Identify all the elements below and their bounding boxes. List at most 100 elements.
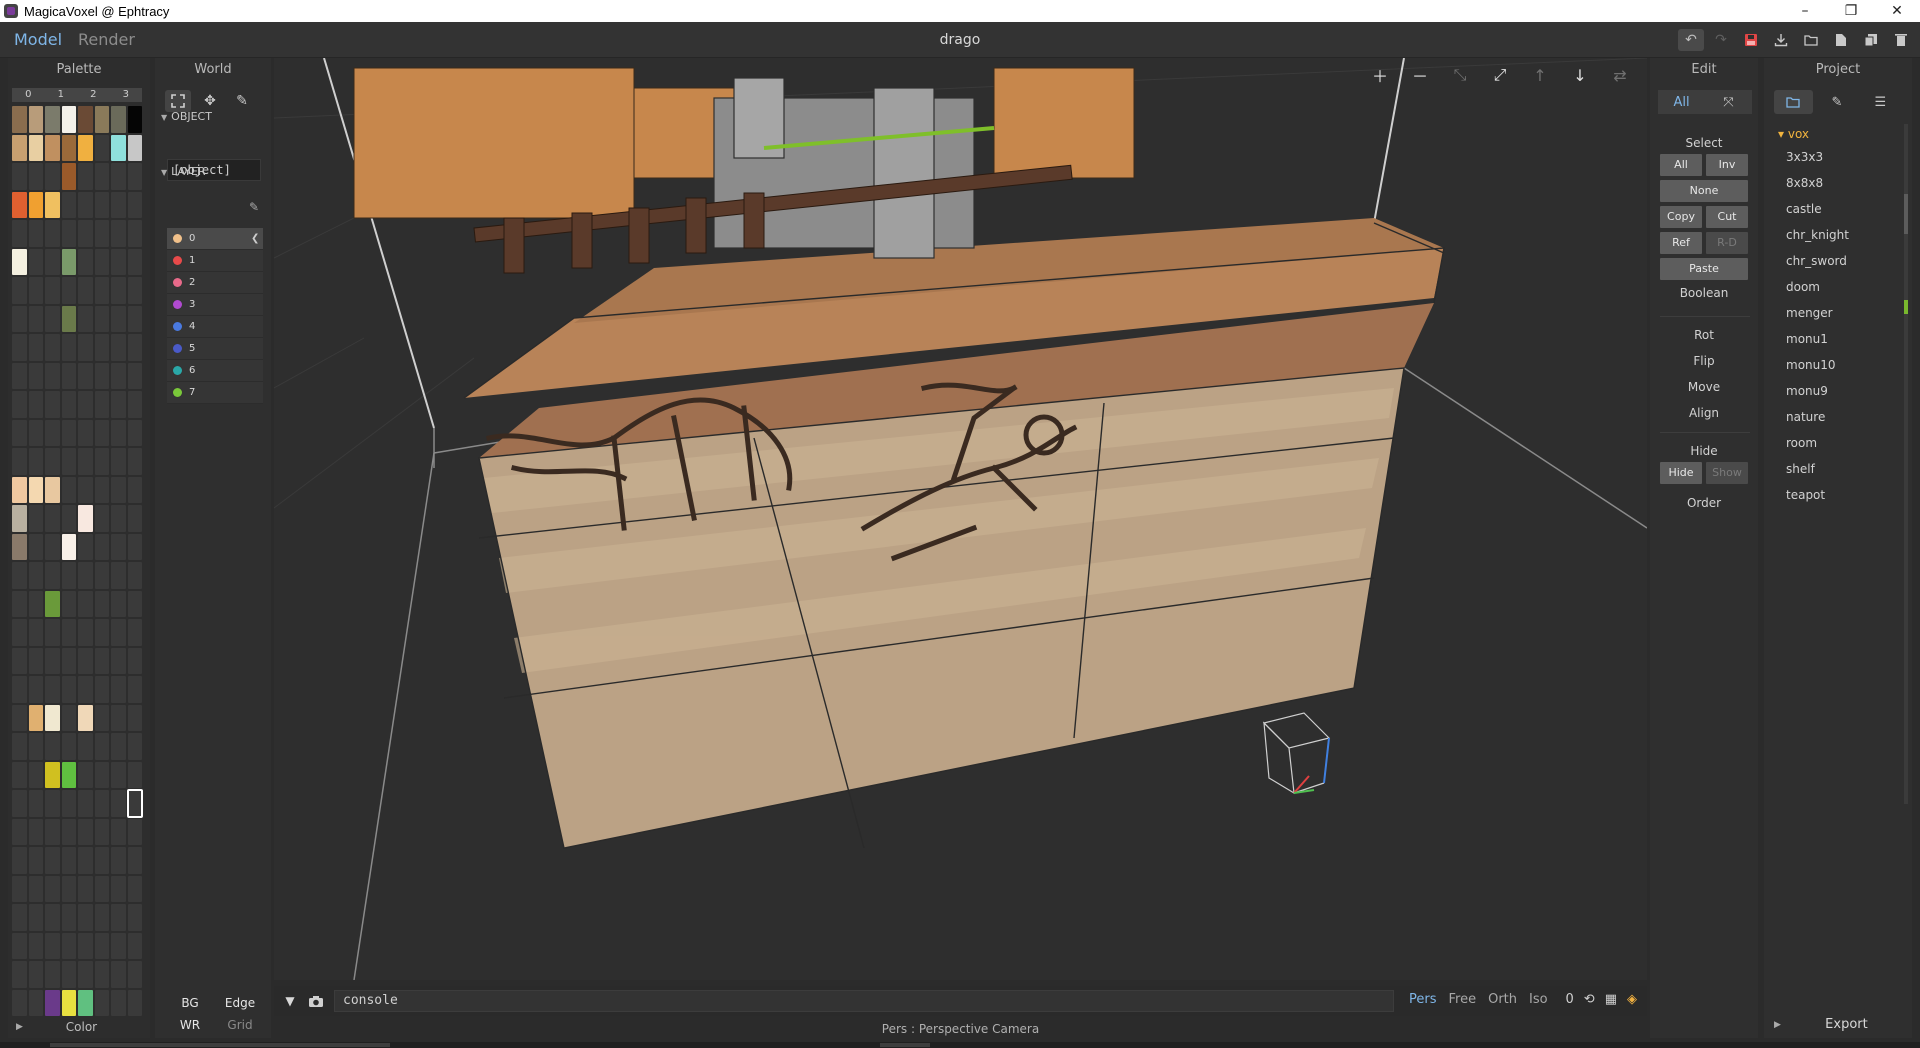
camera-value[interactable]: 0 [1566, 992, 1574, 1007]
palette-swatch[interactable] [78, 733, 93, 760]
palette-swatch[interactable] [94, 676, 109, 703]
palette-swatch[interactable] [28, 818, 43, 845]
palette-swatch[interactable] [111, 277, 126, 304]
palette-swatch[interactable] [45, 505, 60, 532]
show-button[interactable]: Show [1706, 462, 1748, 484]
palette-swatch[interactable] [127, 562, 142, 589]
palette-swatch[interactable] [61, 847, 76, 874]
palette-swatch[interactable] [111, 134, 126, 161]
file-item[interactable]: room [1772, 430, 1898, 456]
palette-swatch[interactable] [78, 134, 93, 161]
palette-swatch[interactable] [127, 961, 142, 988]
file-item[interactable]: monu9 [1772, 378, 1898, 404]
palette-swatch[interactable] [94, 847, 109, 874]
palette-swatch[interactable] [12, 590, 27, 617]
layer-rename-icon[interactable]: ✎ [249, 200, 259, 214]
align-button[interactable]: Align [1650, 406, 1758, 420]
palette-swatch[interactable] [61, 875, 76, 902]
palette-swatch[interactable] [127, 134, 142, 161]
file-item[interactable]: doom [1772, 274, 1898, 300]
palette-swatch[interactable] [94, 505, 109, 532]
palette-swatch[interactable] [78, 961, 93, 988]
palette-swatch[interactable] [127, 989, 142, 1016]
palette-swatch[interactable] [28, 134, 43, 161]
palette-swatch[interactable] [127, 391, 142, 418]
palette-swatch[interactable] [28, 533, 43, 560]
palette-swatch[interactable] [28, 847, 43, 874]
duplicate-button[interactable] [1858, 29, 1884, 51]
palette-swatch[interactable] [45, 362, 60, 389]
palette-swatch[interactable] [45, 847, 60, 874]
palette-swatch[interactable] [127, 248, 142, 275]
palette-swatch[interactable] [61, 818, 76, 845]
palette-swatch[interactable] [45, 334, 60, 361]
palette-swatch[interactable] [12, 476, 27, 503]
palette-swatch[interactable] [12, 676, 27, 703]
palette-swatch[interactable] [28, 961, 43, 988]
object-section-header[interactable]: ▼ OBJECT [161, 110, 212, 123]
palette-swatch[interactable] [61, 505, 76, 532]
palette-swatch[interactable] [45, 476, 60, 503]
palette-swatch[interactable] [111, 248, 126, 275]
palette-swatch[interactable] [78, 505, 93, 532]
palette-swatch[interactable] [111, 619, 126, 646]
select-tool-button[interactable] [165, 90, 191, 112]
palette-swatch[interactable] [45, 932, 60, 959]
layer-section-header[interactable]: ▼ LAYER [161, 165, 206, 178]
palette-swatch[interactable] [78, 647, 93, 674]
palette-swatch[interactable] [12, 818, 27, 845]
palette-swatch[interactable] [61, 647, 76, 674]
palette-swatch[interactable] [28, 220, 43, 247]
palette-swatch[interactable] [127, 847, 142, 874]
file-item[interactable]: teapot [1772, 482, 1898, 508]
palette-swatch[interactable] [94, 248, 109, 275]
file-item[interactable]: nature [1772, 404, 1898, 430]
move-button[interactable]: Move [1650, 380, 1758, 394]
select-all-button[interactable]: All [1660, 154, 1702, 176]
palette-swatch[interactable] [12, 362, 27, 389]
palette-swatch[interactable] [28, 362, 43, 389]
layer-row-7[interactable]: 7 [167, 382, 263, 404]
palette-swatch[interactable] [28, 277, 43, 304]
paste-button[interactable]: Paste [1660, 258, 1748, 280]
expand-arrow-icon[interactable]: ▶ [16, 1022, 23, 1032]
export-button[interactable] [1768, 29, 1794, 51]
palette-swatch[interactable] [61, 761, 76, 788]
palette-swatch[interactable] [28, 562, 43, 589]
palette-swatch[interactable] [127, 619, 142, 646]
palette-swatch[interactable] [111, 391, 126, 418]
palette-swatch[interactable] [94, 476, 109, 503]
bg-toggle[interactable]: BG [165, 996, 215, 1010]
layer-row-5[interactable]: 5 [167, 338, 263, 360]
new-button[interactable] [1828, 29, 1854, 51]
palette-swatch[interactable] [126, 789, 143, 818]
palette-swatch[interactable] [94, 305, 109, 332]
file-item[interactable]: chr_knight [1772, 222, 1898, 248]
palette-swatch[interactable] [78, 220, 93, 247]
palette-swatch[interactable] [61, 676, 76, 703]
palette-swatch[interactable] [45, 191, 60, 218]
palette-swatch[interactable] [127, 676, 142, 703]
copy-button[interactable]: Copy [1660, 206, 1702, 228]
palette-swatch[interactable] [78, 932, 93, 959]
scroll-thumb[interactable] [1904, 194, 1908, 234]
palette-swatch[interactable] [61, 106, 76, 133]
palette-swatch[interactable] [28, 305, 43, 332]
palette-swatch[interactable] [111, 448, 126, 475]
palette-page-0[interactable]: 0 [12, 88, 45, 102]
palette-swatch[interactable] [94, 334, 109, 361]
palette-swatch[interactable] [111, 562, 126, 589]
palette-swatch[interactable] [94, 590, 109, 617]
palette-swatch[interactable] [78, 391, 93, 418]
swap-button[interactable]: ⇄ [1603, 62, 1637, 88]
palette-swatch[interactable] [127, 277, 142, 304]
layer-row-6[interactable]: 6 [167, 360, 263, 382]
file-item[interactable]: chr_sword [1772, 248, 1898, 274]
palette-swatch[interactable] [111, 733, 126, 760]
palette-swatch[interactable] [111, 590, 126, 617]
tab-list[interactable]: ☰ [1861, 90, 1900, 114]
palette-swatch[interactable] [61, 362, 76, 389]
palette-swatch[interactable] [127, 932, 142, 959]
palette-swatch[interactable] [94, 961, 109, 988]
file-item[interactable]: monu1 [1772, 326, 1898, 352]
